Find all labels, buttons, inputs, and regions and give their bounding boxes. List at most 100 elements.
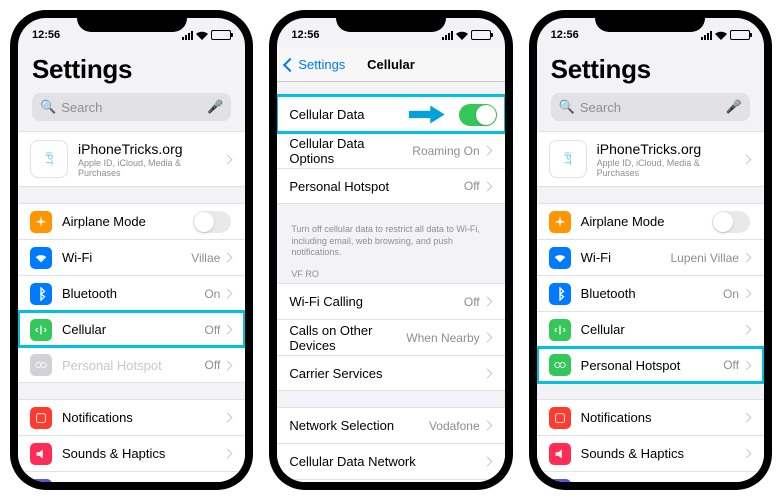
battery-icon bbox=[730, 30, 750, 40]
cellular-options-row[interactable]: Cellular Data OptionsRoaming On bbox=[277, 132, 504, 168]
avatar: iPT bbox=[549, 140, 587, 178]
search-placeholder: Search bbox=[580, 100, 621, 115]
search-placeholder: Search bbox=[61, 100, 102, 115]
wifi-settings-icon bbox=[549, 247, 571, 269]
hotspot-row[interactable]: Personal HotspotOff bbox=[277, 168, 504, 204]
apple-id-row[interactable]: iPT iPhoneTricks.org Apple ID, iCloud, M… bbox=[18, 131, 245, 187]
status-time: 12:56 bbox=[291, 29, 319, 41]
other-devices-row[interactable]: Calls on Other DevicesWhen Nearby bbox=[277, 319, 504, 355]
wifi-icon bbox=[715, 31, 727, 40]
airplane-row[interactable]: Airplane Mode bbox=[537, 203, 764, 239]
nav-title: Cellular bbox=[367, 57, 415, 72]
chevron-left-icon bbox=[283, 57, 297, 71]
dnd-icon bbox=[30, 479, 52, 483]
network-selection-row[interactable]: Network SelectionVodafone bbox=[277, 407, 504, 443]
sounds-icon bbox=[30, 443, 52, 465]
hotspot-row[interactable]: Personal HotspotOff bbox=[537, 347, 764, 383]
phone-frame-1: 12:56 Settings 🔍 Search 🎤 iPT iPhoneTric… bbox=[10, 10, 253, 490]
cellular-data-toggle[interactable] bbox=[459, 104, 497, 126]
cellular-data-row[interactable]: Cellular Data bbox=[277, 96, 504, 132]
chevron-right-icon bbox=[223, 289, 233, 299]
chevron-right-icon bbox=[223, 449, 233, 459]
screen: 12:56 Settings Cellular Cellular Data Ce… bbox=[277, 18, 504, 482]
status-time: 12:56 bbox=[32, 29, 60, 41]
chevron-right-icon bbox=[742, 289, 752, 299]
chevron-right-icon bbox=[482, 297, 492, 307]
notch bbox=[336, 10, 446, 32]
avatar: iPT bbox=[30, 140, 68, 178]
notifications-row[interactable]: Notifications bbox=[18, 399, 245, 435]
chevron-right-icon bbox=[482, 368, 492, 378]
airplane-row[interactable]: Airplane Mode bbox=[18, 203, 245, 239]
page-title: Settings bbox=[18, 48, 245, 93]
wifi-settings-icon bbox=[30, 247, 52, 269]
chevron-right-icon bbox=[482, 421, 492, 431]
bluetooth-icon bbox=[549, 283, 571, 305]
chevron-right-icon bbox=[482, 457, 492, 467]
carrier-services-row[interactable]: Carrier Services bbox=[277, 355, 504, 391]
airplane-icon bbox=[549, 211, 571, 233]
section-header: VF RO bbox=[277, 265, 504, 283]
chevron-right-icon bbox=[742, 253, 752, 263]
notch bbox=[595, 10, 705, 32]
sim-pin-row[interactable]: SIM PIN bbox=[277, 479, 504, 482]
chevron-right-icon bbox=[482, 181, 492, 191]
cellular-row[interactable]: CellularOff bbox=[18, 311, 245, 347]
phone-frame-3: 12:56 Settings 🔍 Search 🎤 iPT iPhoneTric… bbox=[529, 10, 772, 490]
dnd-icon bbox=[549, 479, 571, 483]
chevron-right-icon bbox=[482, 146, 492, 156]
sounds-row[interactable]: Sounds & Haptics bbox=[537, 435, 764, 471]
wifi-icon bbox=[196, 31, 208, 40]
hotspot-icon bbox=[549, 354, 571, 376]
airplane-toggle[interactable] bbox=[712, 211, 750, 233]
chevron-right-icon bbox=[742, 360, 752, 370]
cellular-icon bbox=[549, 319, 571, 341]
dnd-row[interactable]: Do Not Disturb bbox=[537, 471, 764, 482]
mic-icon: 🎤 bbox=[726, 99, 742, 115]
chevron-right-icon bbox=[742, 325, 752, 335]
dnd-row[interactable]: Do Not Disturb bbox=[18, 471, 245, 482]
profile-sub: Apple ID, iCloud, Media & Purchases bbox=[78, 158, 224, 178]
cellular-row[interactable]: Cellular bbox=[537, 311, 764, 347]
bluetooth-row[interactable]: BluetoothOn bbox=[18, 275, 245, 311]
hotspot-icon bbox=[30, 354, 52, 376]
chevron-right-icon bbox=[223, 253, 233, 263]
status-indicators bbox=[442, 30, 491, 40]
bluetooth-row[interactable]: BluetoothOn bbox=[537, 275, 764, 311]
sounds-row[interactable]: Sounds & Haptics bbox=[18, 435, 245, 471]
chevron-right-icon bbox=[223, 360, 233, 370]
screen: 12:56 Settings 🔍 Search 🎤 iPT iPhoneTric… bbox=[18, 18, 245, 482]
airplane-toggle[interactable] bbox=[193, 211, 231, 233]
status-time: 12:56 bbox=[551, 29, 579, 41]
chevron-right-icon bbox=[742, 413, 752, 423]
chevron-right-icon bbox=[223, 413, 233, 423]
wifi-calling-row[interactable]: Wi-Fi CallingOff bbox=[277, 283, 504, 319]
mic-icon: 🎤 bbox=[207, 99, 223, 115]
apple-id-row[interactable]: iPT iPhoneTricks.org Apple ID, iCloud, M… bbox=[537, 131, 764, 187]
search-input[interactable]: 🔍 Search 🎤 bbox=[32, 93, 231, 121]
search-icon: 🔍 bbox=[559, 99, 575, 115]
phone-frame-2: 12:56 Settings Cellular Cellular Data Ce… bbox=[269, 10, 512, 490]
status-indicators bbox=[182, 30, 231, 40]
nav-bar: Settings Cellular bbox=[277, 48, 504, 82]
notifications-icon bbox=[549, 407, 571, 429]
wifi-row[interactable]: Wi-FiLupeni Villae bbox=[537, 239, 764, 275]
wifi-row[interactable]: Wi-FiVillae bbox=[18, 239, 245, 275]
airplane-icon bbox=[30, 211, 52, 233]
chevron-right-icon bbox=[223, 325, 233, 335]
status-indicators bbox=[701, 30, 750, 40]
battery-icon bbox=[211, 30, 231, 40]
back-button[interactable]: Settings bbox=[285, 57, 345, 72]
data-network-row[interactable]: Cellular Data Network bbox=[277, 443, 504, 479]
wifi-icon bbox=[456, 31, 468, 40]
cellular-icon bbox=[30, 319, 52, 341]
notifications-row[interactable]: Notifications bbox=[537, 399, 764, 435]
hotspot-row: Personal HotspotOff bbox=[18, 347, 245, 383]
chevron-right-icon bbox=[742, 449, 752, 459]
search-icon: 🔍 bbox=[40, 99, 56, 115]
signal-icon bbox=[442, 31, 453, 40]
signal-icon bbox=[701, 31, 712, 40]
chevron-right-icon bbox=[223, 154, 233, 164]
bluetooth-icon bbox=[30, 283, 52, 305]
search-input[interactable]: 🔍 Search 🎤 bbox=[551, 93, 750, 121]
